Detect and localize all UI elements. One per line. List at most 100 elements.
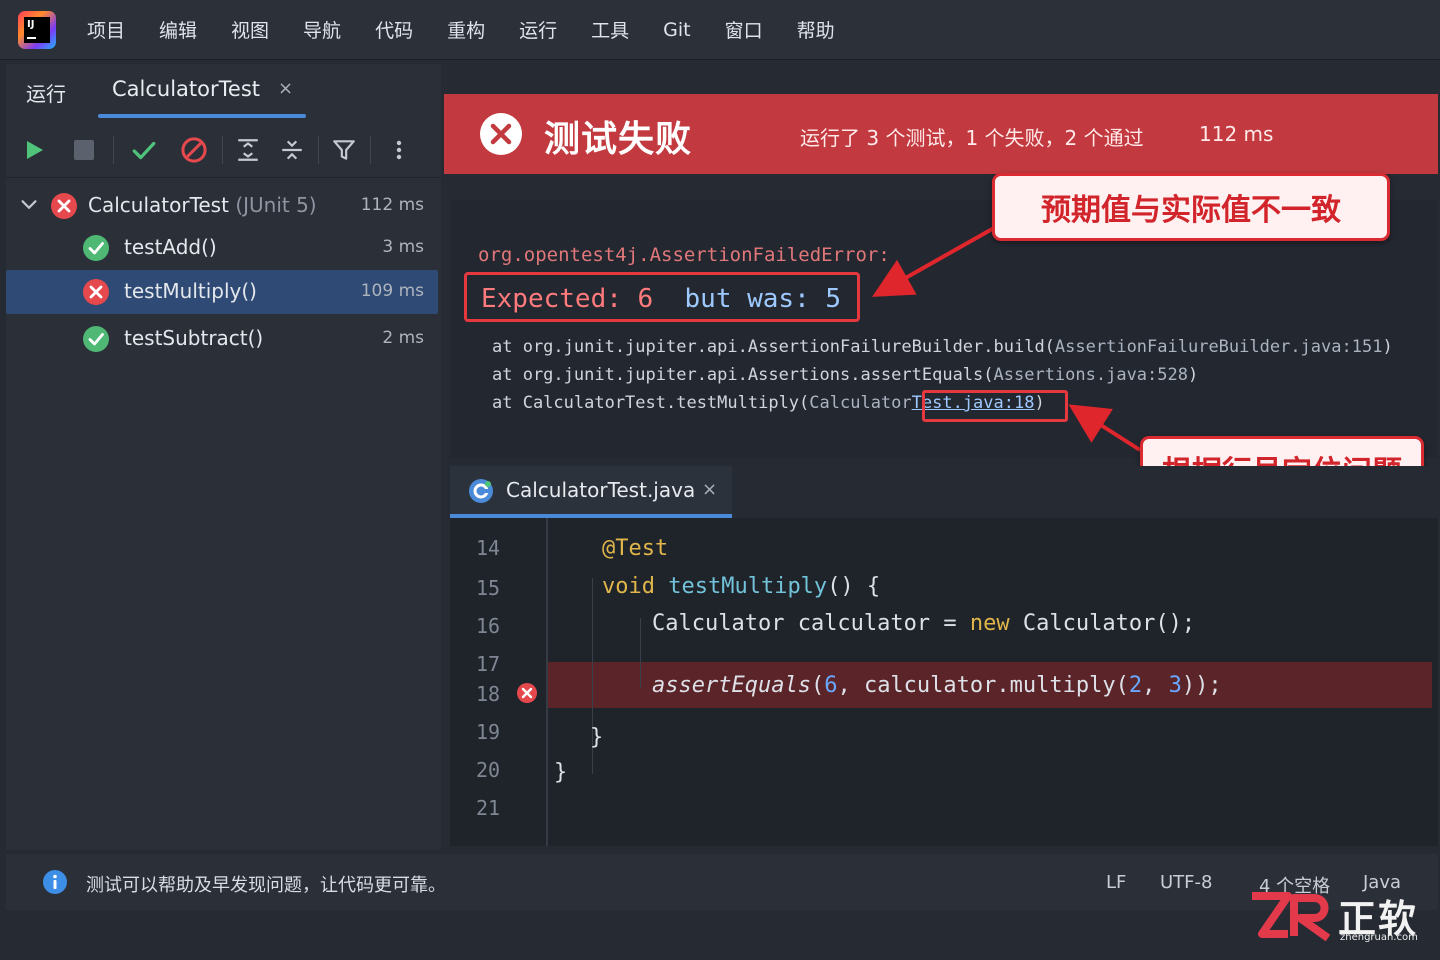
encoding-widget[interactable]: UTF-8	[1160, 872, 1212, 893]
run-tool-window: 运行 CalculatorTest × CalculatorTest (JUni…	[6, 64, 441, 850]
line-separator-widget[interactable]: LF	[1106, 872, 1126, 893]
status-bar: 测试可以帮助及早发现问题，让代码更可靠。 LF UTF-8 4 个空格 Java	[6, 854, 1438, 910]
tree-row-test-add[interactable]: testAdd() 3 ms	[6, 226, 438, 270]
collapse-all-icon[interactable]	[274, 132, 310, 168]
tree-row-root[interactable]: CalculatorTest (JUnit 5) 112 ms	[6, 184, 438, 228]
code-token: , calculator.multiply(	[837, 673, 1129, 698]
expand-all-icon[interactable]	[230, 132, 266, 168]
watermark: 正软 zhengruan.com	[1248, 888, 1438, 950]
callout-mismatch: 预期值与实际值不一致	[992, 173, 1390, 241]
more-icon[interactable]	[381, 132, 417, 168]
tree-row-test-multiply[interactable]: testMultiply() 109 ms	[6, 270, 438, 314]
number-token: 3	[1168, 673, 1182, 698]
frame-source-link[interactable]: AssertionFailureBuilder.java:151	[1055, 337, 1383, 357]
test-name: testAdd()	[124, 235, 217, 259]
annotation-token: @Test	[602, 536, 669, 561]
number-token: 6	[824, 673, 838, 698]
line-number: 16	[476, 614, 501, 638]
line-number: 21	[476, 796, 501, 820]
toolbar-separator	[370, 136, 371, 164]
code-token: Calculator calculator =	[652, 611, 970, 636]
but-was-label: but was:	[684, 284, 810, 314]
test-name: testMultiply()	[124, 279, 257, 303]
menu-item-git[interactable]: Git	[663, 19, 690, 41]
line-number: 15	[476, 576, 501, 600]
tab-calculator-test[interactable]: CalculatorTest ×	[98, 64, 306, 118]
code-token: (	[810, 673, 825, 698]
banner-summary: 运行了 3 个测试，1 个失败，2 个通过	[800, 126, 1144, 150]
toolbar-separator	[113, 136, 114, 164]
line-number: 20	[476, 758, 501, 782]
menu-item-code[interactable]: 代码	[375, 16, 413, 43]
code-line-20: }	[554, 760, 568, 785]
error-gutter-icon[interactable]	[516, 682, 538, 704]
ban-icon[interactable]	[176, 132, 212, 168]
tab-calculator-test-java[interactable]: CalculatorTest.java ×	[450, 466, 732, 518]
test-time: 109 ms	[360, 281, 424, 301]
info-icon	[43, 870, 67, 894]
run-tabs: 运行 CalculatorTest ×	[6, 64, 441, 120]
indent-guide	[640, 618, 641, 688]
code-line-19: }	[590, 725, 604, 750]
close-icon[interactable]: ×	[278, 78, 293, 99]
menu-item-help[interactable]: 帮助	[797, 16, 835, 43]
close-circle-icon	[480, 113, 522, 155]
toolbar-separator	[318, 136, 319, 164]
code-token: Calculator();	[1009, 611, 1196, 636]
code-line-18: assertEquals(6, calculator.multiply(2, 3…	[652, 673, 1222, 698]
frame-source: Calculator	[809, 393, 912, 413]
menu-item-navigate[interactable]: 导航	[303, 16, 341, 43]
error-class: org.opentest4j.AssertionFailedError:	[478, 244, 890, 266]
watermark-url: zhengruan.com	[1340, 932, 1418, 943]
menu-item-run[interactable]: 运行	[519, 16, 557, 43]
code-token: ,	[1142, 673, 1169, 698]
menu-bar: IJ 项目 编辑 视图 导航 代码 重构 运行 工具 Git 窗口 帮助	[0, 0, 1440, 60]
close-icon[interactable]: ×	[702, 479, 717, 500]
banner-title: 测试失败	[544, 119, 693, 160]
banner-time: 112 ms	[1199, 122, 1274, 146]
failed-icon	[51, 193, 77, 219]
keyword-token: void	[602, 574, 655, 599]
check-icon[interactable]	[126, 132, 162, 168]
code-line-15: void testMultiply() {	[602, 574, 880, 599]
toolbar-separator	[222, 136, 223, 164]
zr-logo	[1252, 892, 1331, 942]
line-number: 17	[476, 652, 501, 676]
menu-item-window[interactable]: 窗口	[725, 16, 763, 43]
menu-item-view[interactable]: 视图	[231, 16, 269, 43]
status-message: 测试可以帮助及早发现问题，让代码更可靠。	[86, 875, 446, 896]
method-name-token: testMultiply	[668, 574, 828, 599]
frame-paren: )	[1382, 337, 1393, 357]
editor-tab-label: CalculatorTest.java	[506, 478, 696, 502]
expected-message: Expected: 6 but was: 5	[481, 284, 841, 314]
expected-value: 6	[637, 284, 654, 314]
failed-icon	[83, 279, 109, 305]
number-token: 2	[1128, 673, 1143, 698]
stop-icon[interactable]	[66, 132, 102, 168]
menu-item-refactor[interactable]: 重构	[447, 16, 485, 43]
frame-method: at CalculatorTest.testMultiply(	[492, 393, 810, 413]
tree-row-test-subtract[interactable]: testSubtract() 2 ms	[6, 317, 438, 361]
test-failed-banner: 测试失败 运行了 3 个测试，1 个失败，2 个通过 112 ms	[444, 94, 1438, 174]
play-icon[interactable]	[16, 132, 52, 168]
passed-icon	[83, 235, 109, 261]
chevron-down-icon[interactable]	[18, 194, 40, 216]
menu-item-edit[interactable]: 编辑	[159, 16, 197, 43]
menu-item-tools[interactable]: 工具	[591, 16, 629, 43]
run-tool-title: 运行	[26, 82, 66, 106]
test-time: 3 ms	[382, 237, 424, 257]
line-number: 19	[476, 720, 501, 744]
editor-tab-bar: CalculatorTest.java ×	[450, 466, 1438, 518]
frame-source-link[interactable]: Assertions.java:528	[994, 365, 1188, 385]
filter-icon[interactable]	[326, 132, 362, 168]
app-logo[interactable]: IJ	[18, 10, 56, 49]
menu-item-project[interactable]: 项目	[87, 16, 125, 43]
tab-label: CalculatorTest	[112, 77, 260, 101]
test-name: testSubtract()	[124, 326, 264, 350]
tree-root-name: CalculatorTest	[88, 193, 229, 217]
code-line-16: Calculator calculator = new Calculator()…	[652, 611, 1195, 636]
frame-paren: )	[1187, 365, 1199, 385]
code-editor[interactable]: 14 15 16 17 18 19 20 21 @Test void testM…	[450, 518, 1438, 846]
java-class-icon	[469, 479, 493, 503]
test-time: 112 ms	[360, 195, 424, 215]
